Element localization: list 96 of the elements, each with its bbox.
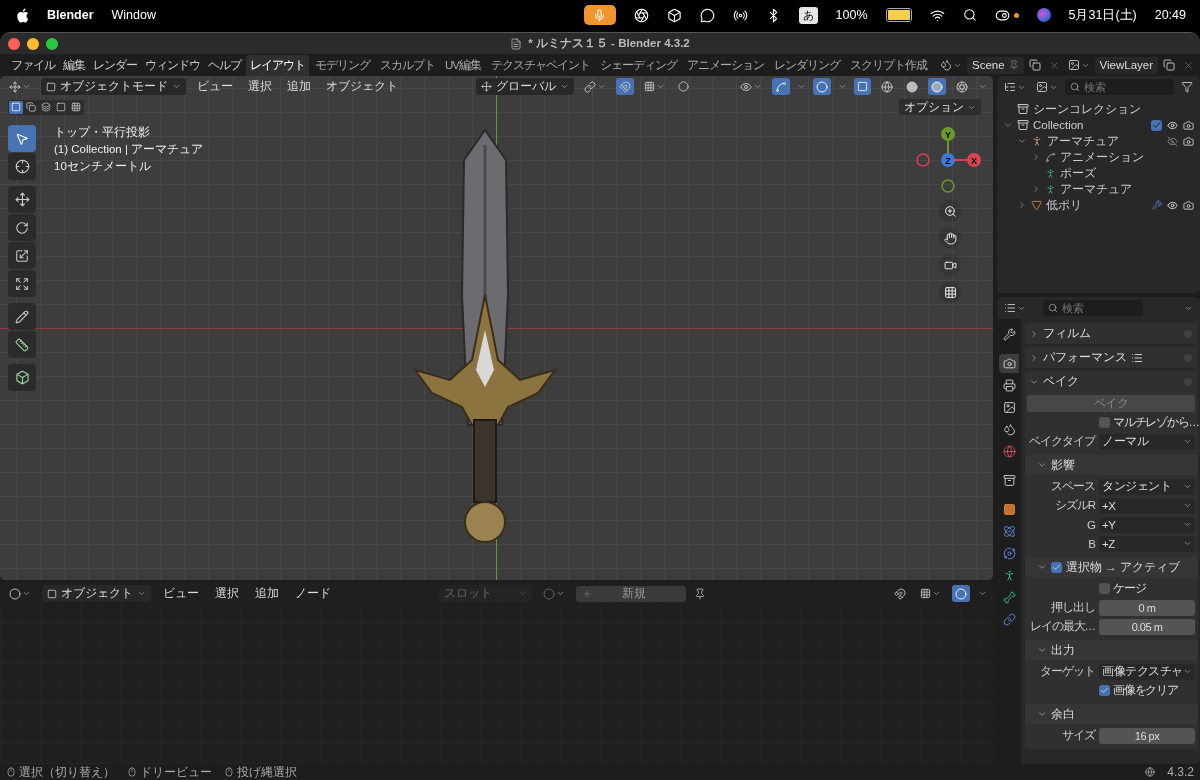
version-label: 4.3.2 bbox=[1167, 764, 1194, 780]
panel-header[interactable]: パフォーマンス bbox=[1025, 347, 1198, 368]
workspace-tab[interactable]: アニメーション bbox=[683, 54, 768, 76]
panel-title: 選択物 → アクティブ bbox=[1066, 559, 1180, 575]
outliner-row[interactable]: ポーズ bbox=[1003, 165, 1194, 181]
menu-item[interactable]: 追加 bbox=[283, 79, 315, 94]
checkbox-label: マルチレゾから… bbox=[1113, 415, 1199, 430]
menu-item[interactable]: 編集 bbox=[60, 57, 88, 73]
number-field[interactable]: 0 m bbox=[1099, 599, 1195, 616]
outliner-row[interactable]: アニメーション bbox=[1003, 149, 1194, 165]
shader-type-dropdown[interactable]: オブジェクト bbox=[42, 585, 151, 602]
scene-field[interactable]: Scene bbox=[967, 56, 1024, 74]
subpanel-header[interactable]: 選択物 → アクティブ bbox=[1025, 557, 1198, 577]
number-field[interactable]: 16 px bbox=[1099, 727, 1195, 744]
mode-dropdown[interactable]: オブジェクトモード bbox=[41, 78, 186, 95]
menu-item[interactable]: ファイル bbox=[8, 57, 58, 73]
property-dropdown[interactable]: +X bbox=[1099, 497, 1195, 514]
search-field[interactable]: 検索 bbox=[1043, 300, 1143, 316]
viewport-info-text: トップ・平行投影 bbox=[54, 125, 151, 140]
property-label: B bbox=[1087, 537, 1095, 550]
menu-item[interactable]: ビュー bbox=[159, 586, 203, 601]
panel-title: 影響 bbox=[1051, 457, 1075, 473]
panel-title: 余白 bbox=[1051, 706, 1075, 722]
status-hint: 選択（切り替え） bbox=[19, 764, 115, 780]
workspace-tab[interactable]: レンダリング bbox=[770, 54, 844, 76]
menubar-date: 5月31日(土) bbox=[1068, 6, 1137, 24]
outliner-row[interactable]: 低ポリ bbox=[1003, 197, 1194, 213]
property-label: 押し出し bbox=[1050, 600, 1095, 615]
panel-title: ベイク bbox=[1043, 374, 1079, 389]
outliner-row[interactable]: アーマチュア bbox=[1003, 133, 1194, 149]
outliner-item-label: アーマチュア bbox=[1047, 133, 1119, 149]
menu-item[interactable]: 選択 bbox=[211, 586, 243, 601]
property-dropdown[interactable]: +Y bbox=[1099, 516, 1195, 533]
property-label: G bbox=[1086, 518, 1095, 531]
orientation-dropdown[interactable]: グローバル bbox=[476, 78, 574, 95]
subpanel-header[interactable]: 出力 bbox=[1025, 640, 1198, 660]
workspace-tab[interactable]: テクスチャペイント bbox=[487, 54, 594, 76]
menu-item[interactable]: ヘルプ bbox=[205, 57, 244, 73]
workspace-tab[interactable]: シェーディング bbox=[596, 54, 681, 76]
axis-handle[interactable]: Y bbox=[941, 127, 955, 141]
window-title: * ルミナス１５ - Blender 4.3.2 bbox=[528, 36, 690, 51]
menu-item[interactable]: 選択 bbox=[244, 79, 276, 94]
battery-percentage: 100% bbox=[835, 8, 868, 22]
app-menu[interactable]: Blender bbox=[47, 8, 94, 22]
panel-title: フィルム bbox=[1043, 326, 1091, 341]
property-label: シズルR bbox=[1053, 498, 1095, 513]
outliner-item-label: シーンコレクション bbox=[1033, 101, 1141, 117]
outliner-item-label: 低ポリ bbox=[1046, 197, 1082, 213]
outliner-row[interactable]: アーマチュア bbox=[1003, 181, 1194, 197]
workspace-tab[interactable]: モデリング bbox=[311, 54, 374, 76]
menu-item[interactable]: オブジェクト bbox=[322, 79, 402, 94]
axis-handle[interactable]: Z bbox=[941, 153, 955, 167]
property-dropdown[interactable]: +Z bbox=[1099, 535, 1195, 552]
property-label: ベイクタイプ bbox=[1028, 434, 1095, 449]
viewport-info-text: (1) Collection | アーマチュア bbox=[54, 142, 204, 157]
property-dropdown[interactable]: タンジェント bbox=[1099, 478, 1195, 495]
workspace-tab[interactable]: レイアウト bbox=[246, 54, 309, 76]
outliner-item-label: アニメーション bbox=[1060, 149, 1144, 165]
property-label: レイの最大… bbox=[1028, 619, 1095, 634]
subpanel-header[interactable]: 余白 bbox=[1025, 704, 1198, 724]
outliner-item-label: Collection bbox=[1033, 119, 1084, 131]
checkbox-label: 画像をクリア bbox=[1113, 683, 1178, 698]
status-hint: ドリービュー bbox=[140, 764, 212, 780]
menu-item[interactable]: ウィンドウ bbox=[142, 57, 203, 73]
panel-header[interactable]: フィルム bbox=[1025, 323, 1198, 344]
menu-item[interactable]: 追加 bbox=[251, 586, 283, 601]
outliner-item-label: アーマチュア bbox=[1060, 181, 1132, 197]
menu-item[interactable]: ビュー bbox=[193, 79, 237, 94]
workspace-tab[interactable]: スカルプト bbox=[376, 54, 439, 76]
menu-item[interactable]: ノード bbox=[291, 586, 335, 601]
property-label: スペース bbox=[1050, 479, 1095, 494]
view-layer-field[interactable]: ViewLayer bbox=[1094, 56, 1159, 74]
panel-title: 出力 bbox=[1051, 642, 1075, 658]
checkbox-label: ケージ bbox=[1113, 581, 1146, 596]
property-dropdown[interactable]: 画像テクスチャ bbox=[1099, 663, 1195, 680]
property-dropdown[interactable]: ノーマル bbox=[1099, 433, 1195, 450]
status-hint: 投げ縄選択 bbox=[237, 764, 297, 780]
menubar-time: 20:49 bbox=[1154, 8, 1186, 22]
property-label: サイズ bbox=[1061, 728, 1095, 743]
outliner-row[interactable]: Collection bbox=[1003, 117, 1194, 133]
workspace-tab[interactable]: UV編集 bbox=[441, 54, 485, 76]
new-material-button[interactable]: 新規 bbox=[576, 585, 686, 602]
menu-item[interactable]: Window bbox=[111, 8, 156, 22]
input-method-indicator[interactable]: あ bbox=[798, 6, 818, 24]
workspace-tab[interactable]: スクリプト作成 bbox=[846, 54, 931, 76]
axis-handle[interactable]: X bbox=[967, 153, 981, 167]
subpanel-header[interactable]: 影響 bbox=[1025, 455, 1198, 475]
number-field[interactable]: 0.05 m bbox=[1099, 618, 1195, 635]
viewport-info-text: 10センチメートル bbox=[54, 159, 152, 174]
search-field[interactable]: 検索 bbox=[1065, 79, 1174, 95]
property-label: ターゲット bbox=[1039, 664, 1095, 679]
panel-title: パフォーマンス bbox=[1043, 350, 1127, 365]
menu-item[interactable]: レンダー bbox=[90, 57, 140, 73]
options-dropdown[interactable]: オプション bbox=[899, 99, 981, 115]
panel-header[interactable]: ベイク bbox=[1025, 371, 1198, 392]
outliner-item-label: ポーズ bbox=[1060, 165, 1096, 181]
